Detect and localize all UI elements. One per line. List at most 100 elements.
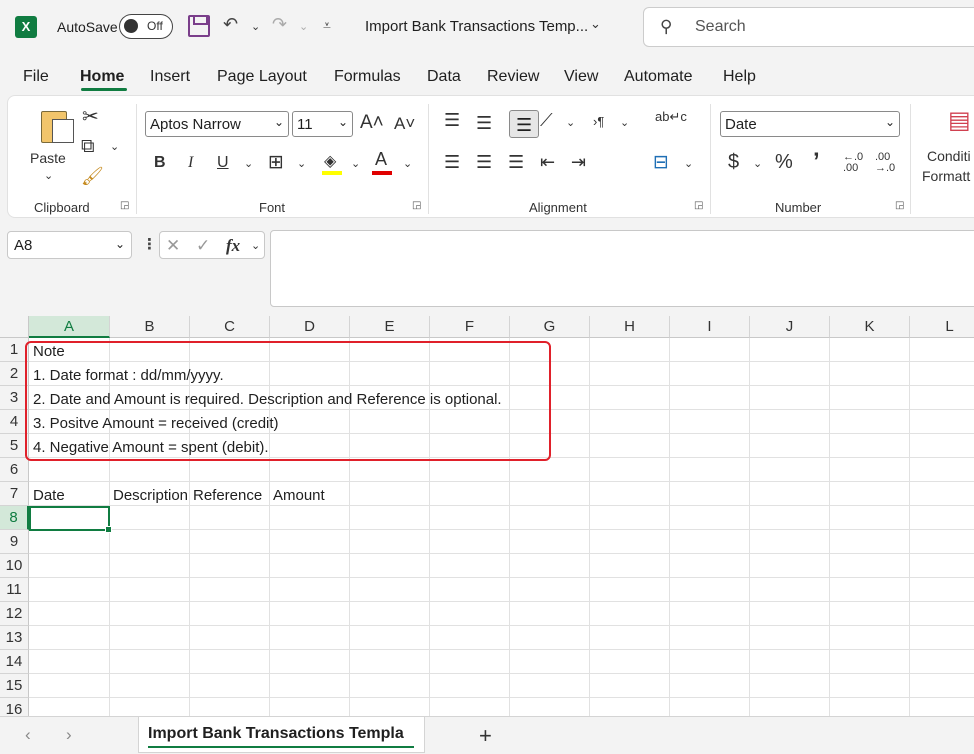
font-size-dropdown[interactable]: 11 ⌄ [292,111,353,137]
cut-icon[interactable]: ✂ [82,104,99,129]
tab-data[interactable]: Data [427,68,461,86]
column-header-i[interactable]: I [670,316,750,338]
title-chevron-down-icon[interactable]: ⌄ [590,16,601,32]
copy-icon[interactable]: ⧉ [81,136,95,158]
cell-d7[interactable]: Amount [273,487,349,504]
bold-button[interactable]: B [154,154,166,172]
paste-dropdown-icon[interactable]: ⌄ [44,169,53,182]
autosave-toggle[interactable]: Off [119,14,173,39]
comma-style-button[interactable]: ’ [813,148,820,176]
active-cell-a8[interactable] [29,506,112,533]
underline-button[interactable]: U [217,154,229,172]
cell-c7[interactable]: Reference [193,487,269,504]
alignment-launcher-icon[interactable]: ◲ [694,200,703,211]
insert-function-icon[interactable]: fx [226,236,240,256]
tab-automate[interactable]: Automate [624,68,692,86]
bottom-align-button[interactable]: ☰ [509,110,539,138]
row-header-13[interactable]: 13 [0,626,29,650]
column-header-j[interactable]: J [750,316,830,338]
number-format-dropdown[interactable]: Date ⌄ [720,111,900,137]
row-header-9[interactable]: 9 [0,530,29,554]
scroll-left-icon[interactable]: ‹ [25,725,31,745]
row-header-7[interactable]: 7 [0,482,29,506]
function-dropdown-icon[interactable]: ⌄ [251,239,260,252]
orientation-icon[interactable]: ⟋ [540,110,553,131]
fill-color-dropdown-icon[interactable]: ⌄ [351,157,360,170]
column-header-l[interactable]: L [910,316,974,338]
paste-icon[interactable] [41,107,75,143]
tab-help[interactable]: Help [723,68,756,86]
row-header-12[interactable]: 12 [0,602,29,626]
tab-formulas[interactable]: Formulas [334,68,401,86]
document-title[interactable]: Import Bank Transactions Temp... [365,18,588,35]
row-header-16[interactable]: 16 [0,698,29,716]
formula-bar-options-icon[interactable]: ⋮ [142,235,157,253]
redo-icon[interactable]: ↷ [272,14,287,35]
align-right-icon[interactable]: ☰ [508,152,524,173]
column-header-d[interactable]: D [270,316,350,338]
number-launcher-icon[interactable]: ◲ [895,200,904,211]
decrease-font-size-button[interactable]: A˅ [394,114,415,134]
row-header-11[interactable]: 11 [0,578,29,602]
align-center-icon[interactable]: ☰ [476,152,492,173]
borders-dropdown-icon[interactable]: ⌄ [297,157,306,170]
currency-dropdown-icon[interactable]: ⌄ [753,157,762,170]
cell-a7[interactable]: Date [33,487,109,504]
column-header-k[interactable]: K [830,316,910,338]
copy-dropdown-icon[interactable]: ⌄ [110,140,119,153]
row-header-14[interactable]: 14 [0,650,29,674]
text-direction-icon[interactable]: ›¶ [593,114,604,129]
increase-font-size-button[interactable]: A˄ [360,112,384,134]
tab-view[interactable]: View [564,68,598,86]
fill-color-icon[interactable]: ◈ [324,151,336,171]
conditional-formatting-label-2[interactable]: Formatt [922,168,970,184]
tab-insert[interactable]: Insert [150,68,190,86]
column-header-e[interactable]: E [350,316,430,338]
row-header-6[interactable]: 6 [0,458,29,482]
column-header-a[interactable]: A [29,316,110,338]
format-painter-icon[interactable]: 🖌 [81,166,104,187]
conditional-formatting-label-1[interactable]: Conditi [927,148,971,164]
font-launcher-icon[interactable]: ◲ [412,200,421,211]
row-header-8[interactable]: 8 [0,506,29,530]
row-header-15[interactable]: 15 [0,674,29,698]
column-header-f[interactable]: F [430,316,510,338]
merge-center-icon[interactable]: ⊟ [653,151,669,174]
wrap-text-icon[interactable]: ab↵c [655,110,687,124]
undo-icon[interactable]: ↶ [223,14,238,35]
tab-review[interactable]: Review [487,68,539,86]
middle-align-icon[interactable]: ☰ [476,113,492,134]
customize-toolbar-icon[interactable]: ⩡ [323,17,331,34]
paste-button[interactable]: Paste [30,150,66,166]
add-sheet-button[interactable]: + [479,723,492,749]
merge-dropdown-icon[interactable]: ⌄ [684,157,693,170]
column-header-h[interactable]: H [590,316,670,338]
column-header-g[interactable]: G [510,316,590,338]
font-name-dropdown[interactable]: Aptos Narrow ⌄ [145,111,289,137]
search-box[interactable]: ⚲ Search [643,7,974,47]
align-left-icon[interactable]: ☰ [444,152,460,173]
formula-input[interactable] [270,230,974,307]
increase-indent-icon[interactable]: ⇥ [571,152,586,173]
conditional-formatting-icon[interactable]: ▤ [948,106,971,135]
redo-dropdown-icon[interactable]: ⌄ [299,20,308,33]
scroll-right-icon[interactable]: › [66,725,72,745]
row-header-10[interactable]: 10 [0,554,29,578]
font-color-dropdown-icon[interactable]: ⌄ [403,157,412,170]
borders-icon[interactable]: ⊞ [268,151,284,174]
decrease-indent-icon[interactable]: ⇤ [540,152,555,173]
orientation-dropdown-icon[interactable]: ⌄ [566,116,575,129]
font-color-button[interactable]: A [375,149,387,170]
tab-file[interactable]: File [23,68,49,86]
percent-button[interactable]: % [775,151,793,174]
clipboard-launcher-icon[interactable]: ◲ [120,200,129,211]
sheet-tab-active[interactable]: Import Bank Transactions Templa [138,717,425,753]
text-direction-dropdown-icon[interactable]: ⌄ [620,116,629,129]
tab-page-layout[interactable]: Page Layout [217,68,307,86]
undo-dropdown-icon[interactable]: ⌄ [251,20,260,33]
tab-home[interactable]: Home [80,68,124,86]
column-header-b[interactable]: B [110,316,190,338]
decrease-decimal-button[interactable]: .00 →.0 [875,152,895,174]
column-header-c[interactable]: C [190,316,270,338]
select-all-corner[interactable] [0,316,29,338]
